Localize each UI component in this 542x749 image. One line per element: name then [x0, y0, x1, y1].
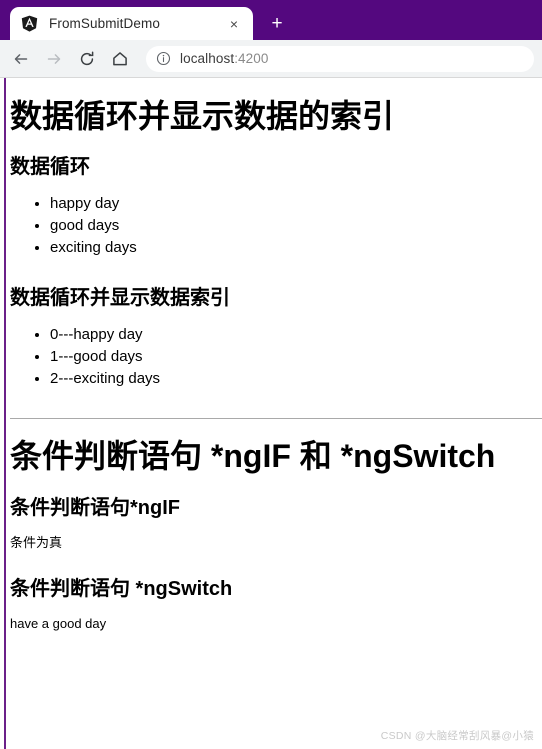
address-bar[interactable]: localhost:4200 [146, 45, 534, 72]
ngswitch-output-text: have a good day [10, 615, 107, 631]
list-item: good days [50, 215, 542, 237]
url-text: localhost:4200 [180, 51, 268, 66]
page-title-conditional: 条件判断语句 *ngIF 和 *ngSwitch [10, 438, 496, 475]
heading-indexed-loop: 数据循环并显示数据索引 [10, 287, 230, 310]
page-viewport: 数据循环并显示数据的索引 数据循环 happy day good days ex… [0, 78, 542, 749]
heading-ngswitch: 条件判断语句 *ngSwitch [10, 577, 233, 600]
heading-ngif: 条件判断语句*ngIF [10, 496, 180, 519]
list-item: happy day [50, 193, 542, 215]
home-icon[interactable] [105, 44, 135, 74]
url-host: localhost [180, 51, 235, 66]
tab-title: FromSubmitDemo [49, 16, 160, 31]
list-basic-loop: happy day good days exciting days [10, 193, 542, 259]
forward-arrow-icon [39, 44, 69, 74]
new-tab-button[interactable]: + [262, 8, 292, 38]
back-arrow-icon[interactable] [6, 44, 36, 74]
angular-logo-icon [21, 15, 38, 32]
tab-strip: FromSubmitDemo × + [0, 0, 542, 40]
reload-icon[interactable] [72, 44, 102, 74]
list-item: 0---happy day [50, 324, 542, 346]
list-item: 2---exciting days [50, 368, 542, 390]
browser-window: FromSubmitDemo × + localhost:4200 数据循环并显… [0, 0, 542, 749]
list-item: 1---good days [50, 346, 542, 368]
heading-basic-loop: 数据循环 [10, 156, 90, 179]
browser-toolbar: localhost:4200 [0, 40, 542, 78]
list-indexed-loop: 0---happy day 1---good days 2---exciting… [10, 324, 542, 390]
watermark: CSDN @大脑经常刮风暴@小猿 [380, 730, 534, 742]
list-item: exciting days [50, 237, 542, 259]
close-icon[interactable]: × [223, 13, 245, 35]
section-divider [10, 418, 542, 420]
ngif-output-text: 条件为真 [10, 534, 63, 550]
url-port: :4200 [234, 51, 269, 66]
info-circle-icon[interactable] [156, 51, 171, 66]
browser-tab[interactable]: FromSubmitDemo × [10, 7, 253, 40]
page-title-loop: 数据循环并显示数据的索引 [10, 98, 395, 134]
page-content: 数据循环并显示数据的索引 数据循环 happy day good days ex… [0, 78, 542, 749]
